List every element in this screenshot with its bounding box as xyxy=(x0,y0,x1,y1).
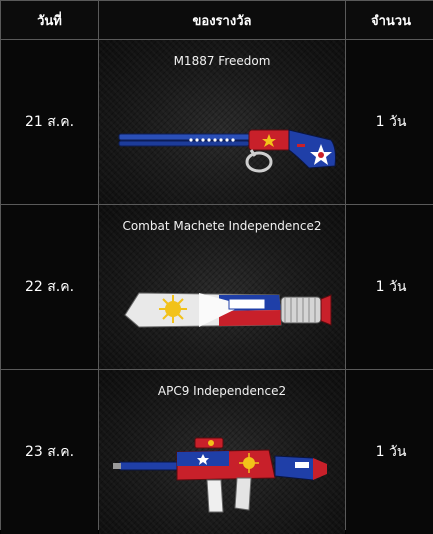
header-prize-label: ของรางวัล xyxy=(192,13,252,29)
amount-text: 1 วัน xyxy=(375,279,407,295)
header-date-label: วันที่ xyxy=(37,13,62,29)
amount-text: 1 วัน xyxy=(375,444,407,460)
header-prize: ของรางวัล xyxy=(99,1,345,39)
table-row-amount: 1 วัน xyxy=(346,205,433,369)
shotgun-image xyxy=(118,129,336,173)
header-amount-label: จำนวน xyxy=(371,13,411,29)
reward-table: วันที่ ของรางวัล จำนวน 21 ส.ค. M1887 Fre… xyxy=(0,0,433,534)
smg-image xyxy=(113,437,327,513)
table-row-amount: 1 วัน xyxy=(346,370,433,534)
table-row-date: 21 ส.ค. xyxy=(1,40,98,204)
table-row-amount: 1 วัน xyxy=(346,40,433,204)
header-amount: จำนวน xyxy=(346,1,433,39)
prize-name: APC9 Independence2 xyxy=(157,384,287,398)
table-row-date: 23 ส.ค. xyxy=(1,370,98,534)
date-text: 22 ส.ค. xyxy=(24,279,75,295)
prize-name: Combat Machete Independence2 xyxy=(122,219,322,233)
date-text: 21 ส.ค. xyxy=(24,114,75,130)
prize-cell: Combat Machete Independence2 xyxy=(99,205,345,369)
prize-name: M1887 Freedom xyxy=(173,54,271,68)
amount-text: 1 วัน xyxy=(375,114,407,130)
machete-image xyxy=(124,292,332,328)
prize-cell: APC9 Independence2 xyxy=(99,370,345,534)
header-date: วันที่ xyxy=(1,1,98,39)
prize-cell: M1887 Freedom xyxy=(99,40,345,204)
table-row-date: 22 ส.ค. xyxy=(1,205,98,369)
date-text: 23 ส.ค. xyxy=(24,444,75,460)
